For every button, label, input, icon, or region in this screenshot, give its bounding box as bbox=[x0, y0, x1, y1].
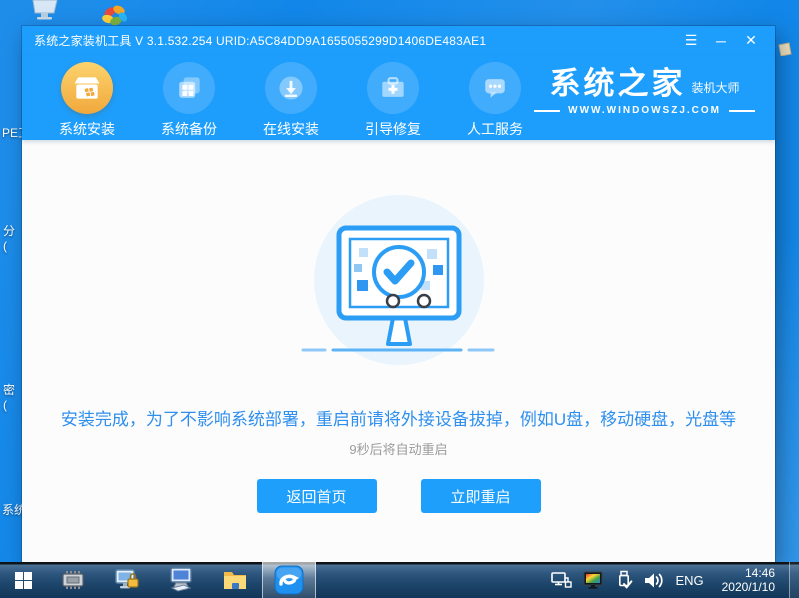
clock[interactable]: 14:46 2020/1/10 bbox=[714, 566, 783, 594]
package-install-icon bbox=[61, 62, 113, 114]
nav-label: 系统安装 bbox=[59, 121, 115, 137]
main-content: 安装完成，为了不影响系统部署，重启前请将外接设备拔掉，例如U盘，移动硬盘，光盘等… bbox=[22, 140, 775, 562]
online-download-icon bbox=[265, 62, 317, 114]
monitor-check-success-icon bbox=[301, 195, 494, 365]
start-button[interactable] bbox=[0, 562, 46, 598]
nav-item-online-install[interactable]: 在线安装 bbox=[240, 55, 342, 140]
language-indicator[interactable]: ENG bbox=[675, 573, 703, 588]
brand-website: WWW.WINDOWSZJ.COM bbox=[568, 105, 721, 116]
taskbar-app-installer[interactable] bbox=[262, 562, 316, 598]
nav-bar: 系统安装 系统备份 在线安装 引导修复 人工服务 系统之家 装机大师 WWW.W… bbox=[22, 55, 775, 140]
nav-label: 系统备份 bbox=[161, 121, 217, 137]
nav-item-system-install[interactable]: 系统安装 bbox=[36, 55, 138, 140]
clock-date: 2020/1/10 bbox=[721, 580, 775, 594]
nav-item-live-support[interactable]: 人工服务 bbox=[444, 55, 546, 140]
window-title: 系统之家装机工具 V 3.1.532.254 URID:A5C84DD9A165… bbox=[34, 34, 487, 48]
titlebar[interactable]: 系统之家装机工具 V 3.1.532.254 URID:A5C84DD9A165… bbox=[22, 26, 775, 55]
completion-message: 安装完成，为了不影响系统部署，重启前请将外接设备拔掉，例如U盘，移动硬盘，光盘等 bbox=[60, 410, 737, 429]
clock-time: 14:46 bbox=[744, 566, 775, 580]
divider bbox=[534, 109, 561, 112]
nav-label: 人工服务 bbox=[467, 121, 523, 137]
taskbar-app-pc-lock[interactable] bbox=[100, 562, 154, 598]
close-icon[interactable]: ✕ bbox=[739, 30, 763, 52]
show-desktop-button[interactable] bbox=[789, 562, 799, 598]
taskbar-app-memory[interactable] bbox=[46, 562, 100, 598]
start-icon bbox=[14, 571, 32, 589]
taskbar: ENG 14:46 2020/1/10 bbox=[0, 562, 799, 598]
restart-countdown: 9秒后将自动重启 bbox=[349, 442, 448, 457]
usb-eject-icon[interactable] bbox=[615, 570, 634, 590]
pc-lock-icon bbox=[114, 568, 139, 588]
boot-repair-toolbox-icon bbox=[367, 62, 419, 114]
bag-icon[interactable] bbox=[777, 40, 793, 56]
window-controls: ☰ ─ ✕ bbox=[679, 30, 763, 52]
minimize-icon[interactable]: ─ bbox=[709, 30, 733, 52]
system-tray: ENG 14:46 2020/1/10 bbox=[551, 566, 789, 594]
return-home-button[interactable]: 返回首页 bbox=[256, 479, 377, 513]
brand-title: 系统之家 bbox=[549, 66, 686, 101]
nav-item-system-backup[interactable]: 系统备份 bbox=[138, 55, 240, 140]
brand-logo: 系统之家 装机大师 WWW.WINDOWSZJ.COM bbox=[534, 67, 755, 116]
desktop-label-fragment: 分 ( bbox=[3, 224, 16, 253]
divider bbox=[729, 109, 755, 112]
syszj-flower-logo[interactable] bbox=[100, 3, 130, 27]
brand-subtitle: 装机大师 bbox=[691, 81, 740, 95]
network-icon[interactable] bbox=[551, 571, 573, 589]
nav-label: 在线安装 bbox=[263, 121, 319, 137]
taskbar-app-pc-keyboard[interactable] bbox=[154, 562, 208, 598]
display-color-icon[interactable] bbox=[583, 571, 605, 590]
nav-label: 引导修复 bbox=[365, 121, 421, 137]
folder-icon bbox=[224, 572, 246, 589]
installer-app-icon bbox=[274, 565, 304, 595]
pc-keyboard-icon bbox=[170, 567, 192, 592]
installer-window: 系统之家装机工具 V 3.1.532.254 URID:A5C84DD9A165… bbox=[22, 26, 775, 562]
action-buttons: 返回首页 立即重启 bbox=[22, 479, 775, 513]
taskbar-app-folder[interactable] bbox=[208, 562, 262, 598]
desktop-label-fragment: 密 ( bbox=[3, 383, 16, 412]
memory-chip-icon bbox=[62, 571, 84, 589]
live-support-chat-icon bbox=[469, 62, 521, 114]
backup-copies-icon bbox=[163, 62, 215, 114]
display-icon[interactable] bbox=[30, 0, 60, 22]
menu-icon[interactable]: ☰ bbox=[679, 30, 703, 52]
volume-icon[interactable] bbox=[644, 572, 665, 589]
restart-now-button[interactable]: 立即重启 bbox=[420, 479, 541, 513]
nav-item-boot-repair[interactable]: 引导修复 bbox=[342, 55, 444, 140]
